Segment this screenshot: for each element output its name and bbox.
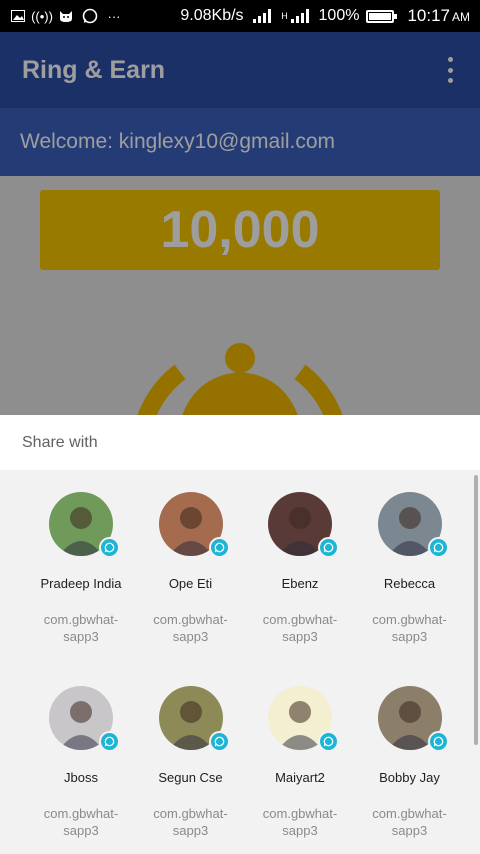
avatar-container xyxy=(268,686,339,752)
cat-icon xyxy=(58,8,74,24)
share-target-name: Bobby Jay xyxy=(379,770,440,785)
share-target[interactable]: Rebecca com.gbwhat-sapp3 xyxy=(350,470,470,650)
whatsapp-badge-icon xyxy=(99,731,120,752)
share-sheet: Share with Pradeep India com.gbwhat-sapp3… xyxy=(0,415,480,854)
network-type-label: H xyxy=(281,10,288,21)
avatar-container xyxy=(49,686,120,752)
share-target-name: Jboss xyxy=(64,770,98,785)
share-target[interactable]: Pradeep India com.gbwhat-sapp3 xyxy=(21,470,141,650)
share-target-package: com.gbwhat-sapp3 xyxy=(43,806,119,838)
whatsapp-badge-icon xyxy=(427,537,449,558)
share-target[interactable]: Ope Eti com.gbwhat-sapp3 xyxy=(131,470,251,650)
whatsapp-icon xyxy=(82,8,98,24)
whatsapp-badge-icon xyxy=(208,537,230,558)
signal-h-icon: H xyxy=(280,8,312,24)
share-target-package: com.gbwhat-sapp3 xyxy=(262,612,338,644)
share-target-name: Rebecca xyxy=(383,576,436,591)
battery-icon xyxy=(366,9,398,23)
battery-fill xyxy=(369,12,392,20)
whatsapp-badge-icon xyxy=(427,731,449,752)
whatsapp-badge-icon xyxy=(208,731,230,752)
clock-time: 10:17 xyxy=(407,6,450,25)
avatar-container xyxy=(158,492,230,558)
share-target-grid: Pradeep India com.gbwhat-sapp3 Ope Eti com.… xyxy=(0,470,480,854)
signal-icon xyxy=(251,8,273,24)
share-target[interactable]: Bobby Jay com.gbwhat-sapp3 xyxy=(350,664,470,844)
share-target-name: Pradeep India xyxy=(40,576,122,591)
share-target-package: com.gbwhat-sapp3 xyxy=(153,806,228,838)
image-icon xyxy=(10,8,26,24)
share-target-package: com.gbwhat-sapp3 xyxy=(43,612,119,644)
share-target-name: Ebenz xyxy=(281,576,319,591)
clock: 10:17 AM xyxy=(407,6,470,26)
share-header: Share with xyxy=(0,415,480,470)
hotspot-icon: ((•)) xyxy=(31,8,53,24)
share-target[interactable]: Ebenz com.gbwhat-sapp3 xyxy=(240,470,360,650)
share-title: Share with xyxy=(22,433,98,451)
share-target-package: com.gbwhat-sapp3 xyxy=(372,612,447,644)
share-target-name: Segun Cse xyxy=(158,770,223,785)
more-notifications-icon: ··· xyxy=(107,8,121,24)
battery-percent: 100% xyxy=(318,7,360,24)
share-target[interactable]: Segun Cse com.gbwhat-sapp3 xyxy=(131,664,251,844)
network-speed: 9.08Kb/s xyxy=(180,7,244,24)
whatsapp-badge-icon xyxy=(318,537,339,558)
avatar-container xyxy=(268,492,339,558)
clock-ampm: AM xyxy=(452,10,470,24)
share-target-package: com.gbwhat-sapp3 xyxy=(372,806,447,838)
share-target-package: com.gbwhat-sapp3 xyxy=(262,806,338,838)
avatar-container xyxy=(49,492,120,558)
share-target-name: Ope Eti xyxy=(168,576,213,591)
share-target-package: com.gbwhat-sapp3 xyxy=(153,612,228,644)
scrollbar[interactable] xyxy=(474,475,478,745)
share-target-name: Maiyart2 xyxy=(275,770,325,785)
avatar-container xyxy=(377,492,449,558)
avatar-container xyxy=(377,686,449,752)
whatsapp-badge-icon xyxy=(99,537,120,558)
share-target[interactable]: Jboss com.gbwhat-sapp3 xyxy=(21,664,141,844)
share-target[interactable]: Maiyart2 com.gbwhat-sapp3 xyxy=(240,664,360,844)
status-bar: ((•)) ··· 9.08Kb/s H 100% 10:17 AM xyxy=(0,0,480,32)
whatsapp-badge-icon xyxy=(318,731,339,752)
avatar-container xyxy=(158,686,230,752)
